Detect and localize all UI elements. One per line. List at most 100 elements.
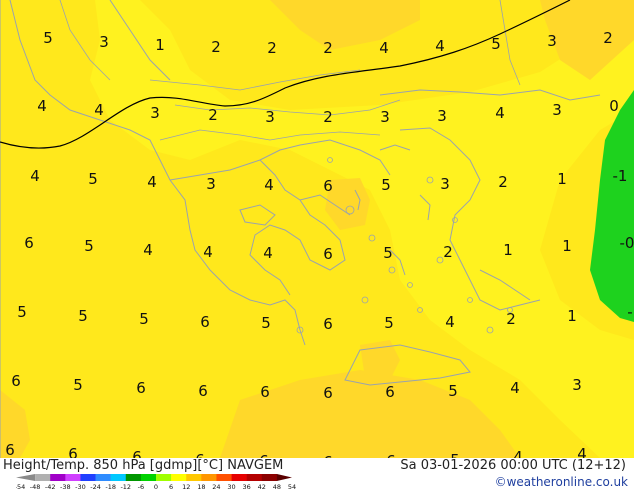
scale-swatch xyxy=(246,474,263,481)
scale-swatch xyxy=(35,474,51,481)
temperature-label: 5 xyxy=(73,376,83,394)
scale-tick-label: -6 xyxy=(138,483,144,490)
temperature-label: 5 xyxy=(139,310,149,328)
temperature-label: 4 xyxy=(263,244,273,262)
temperature-label: 5 xyxy=(381,176,391,194)
scale-swatch xyxy=(261,474,278,481)
scale-swatch xyxy=(140,474,157,481)
scale-tick-label: 12 xyxy=(182,483,190,490)
temperature-label: 6 xyxy=(323,245,333,263)
scale-swatch xyxy=(201,474,217,481)
temperature-label: 1 xyxy=(567,307,577,325)
scale-swatch xyxy=(156,474,172,481)
temperature-label: 4 xyxy=(577,445,587,458)
scale-tick-label: -48 xyxy=(30,483,41,490)
scale-tick-label: -18 xyxy=(105,483,116,490)
scale-tick-label: 18 xyxy=(197,483,205,490)
scale-tick-label: -42 xyxy=(45,483,56,490)
valid-time: Sa 03-01-2026 00:00 UTC (12+12) xyxy=(400,458,626,473)
temperature-label: 6 xyxy=(11,372,21,390)
weather-map: 5 3 1 2 2 2 4 4 5 3 2 4 4 3 2 3 2 3 3 4 3 0 4 5 4 3 4 6 5 3 2 1 -1 6 5 4 4 4 6… xyxy=(0,0,634,471)
temperature-label: 6 xyxy=(260,383,270,401)
scale-tick-label: -38 xyxy=(60,483,71,490)
temperature-label: 4 xyxy=(264,176,274,194)
temperature-label: 2 xyxy=(443,243,453,261)
temperature-label: 5 xyxy=(78,307,88,325)
temperature-label: 0 xyxy=(609,97,619,115)
color-scale: -54 -48 -42 -38 -30 -24 -18 -12 -6 0 6 12 18 24 30 36 42… xyxy=(16,474,296,490)
temperature-label: 5 xyxy=(448,382,458,400)
temperature-label: 4 xyxy=(203,243,213,261)
temperature-label: 2 xyxy=(323,108,333,126)
temperature-label: 3 xyxy=(99,33,109,51)
temperature-label: 5 xyxy=(450,451,460,458)
scale-swatch xyxy=(231,474,247,481)
temperature-label: 4 xyxy=(510,379,520,397)
temperature-label: 4 xyxy=(143,241,153,259)
temperature-label: 3 xyxy=(265,108,275,126)
temperature-label: 3 xyxy=(440,175,450,193)
temperature-label: 5 xyxy=(261,314,271,332)
temperature-label: 6 xyxy=(195,451,205,458)
temperature-label: 4 xyxy=(445,313,455,331)
temperature-label: 6 xyxy=(24,234,34,252)
scale-tick-label: -24 xyxy=(90,483,101,490)
temperature-label: -0 xyxy=(620,234,634,252)
temperature-label: 6 xyxy=(198,382,208,400)
temperature-label: 2 xyxy=(603,29,613,47)
scale-tick-label: 48 xyxy=(273,483,281,490)
scale-swatch xyxy=(276,474,292,481)
temperature-label: -1 xyxy=(613,167,628,185)
scale-swatch xyxy=(95,474,111,481)
temperature-label: 5 xyxy=(383,244,393,262)
temperature-label: 3 xyxy=(206,175,216,193)
temperature-label: 6 xyxy=(385,383,395,401)
scale-tick-label: 24 xyxy=(212,483,220,490)
temperature-label: 5 xyxy=(491,35,501,53)
temperature-label: 5 xyxy=(17,303,27,321)
map-footer: Height/Temp. 850 hPa [gdmp][°C] NAVGEM S… xyxy=(0,458,634,490)
scale-tick-label: 0 xyxy=(154,483,158,490)
scale-swatch xyxy=(216,474,232,481)
temperature-label: 5 xyxy=(384,314,394,332)
temperature-label: 5 xyxy=(84,237,94,255)
scale-tick-label: 6 xyxy=(169,483,173,490)
scale-swatch xyxy=(125,474,142,481)
scale-tick-label: 42 xyxy=(258,483,266,490)
scale-tick-label: -12 xyxy=(120,483,131,490)
scale-swatch xyxy=(16,474,36,481)
temperature-label: 5 xyxy=(43,29,53,47)
temperature-label: 5 xyxy=(88,170,98,188)
temperature-label: 3 xyxy=(150,104,160,122)
scale-swatch xyxy=(171,474,187,481)
temperature-label: 1 xyxy=(503,241,513,259)
map-title: Height/Temp. 850 hPa [gdmp][°C] NAVGEM xyxy=(3,458,284,473)
temperature-label: 4 xyxy=(94,101,104,119)
scale-tick-label: -30 xyxy=(75,483,86,490)
temperature-label: 2 xyxy=(323,39,333,57)
temperature-label: 2 xyxy=(506,310,516,328)
temperature-label: 4 xyxy=(435,37,445,55)
scale-swatch xyxy=(110,474,127,481)
scale-swatch xyxy=(186,474,202,481)
temperature-label: 4 xyxy=(30,167,40,185)
temperature-label: 2 xyxy=(267,39,277,57)
temperature-label: 6 xyxy=(323,384,333,402)
credit-link[interactable]: ©weatheronline.co.uk xyxy=(495,475,628,489)
temperature-label: 6 xyxy=(132,448,142,458)
scale-swatch xyxy=(80,474,96,481)
temperature-label: 6 xyxy=(323,177,333,195)
temperature-label: 4 xyxy=(495,104,505,122)
scale-tick-label: 54 xyxy=(288,483,296,490)
temperature-label: 3 xyxy=(552,101,562,119)
scale-tick-label: 30 xyxy=(227,483,235,490)
temperature-label: 6 xyxy=(200,313,210,331)
temperature-label: 1 xyxy=(155,36,165,54)
temperature-label: 4 xyxy=(513,448,523,458)
temperature-label: 2 xyxy=(211,38,221,56)
temperature-label: 6 xyxy=(5,441,15,458)
temperature-label: 3 xyxy=(572,376,582,394)
scale-swatch xyxy=(50,474,66,481)
temperature-label: 6 xyxy=(136,379,146,397)
temperature-label: 4 xyxy=(379,39,389,57)
